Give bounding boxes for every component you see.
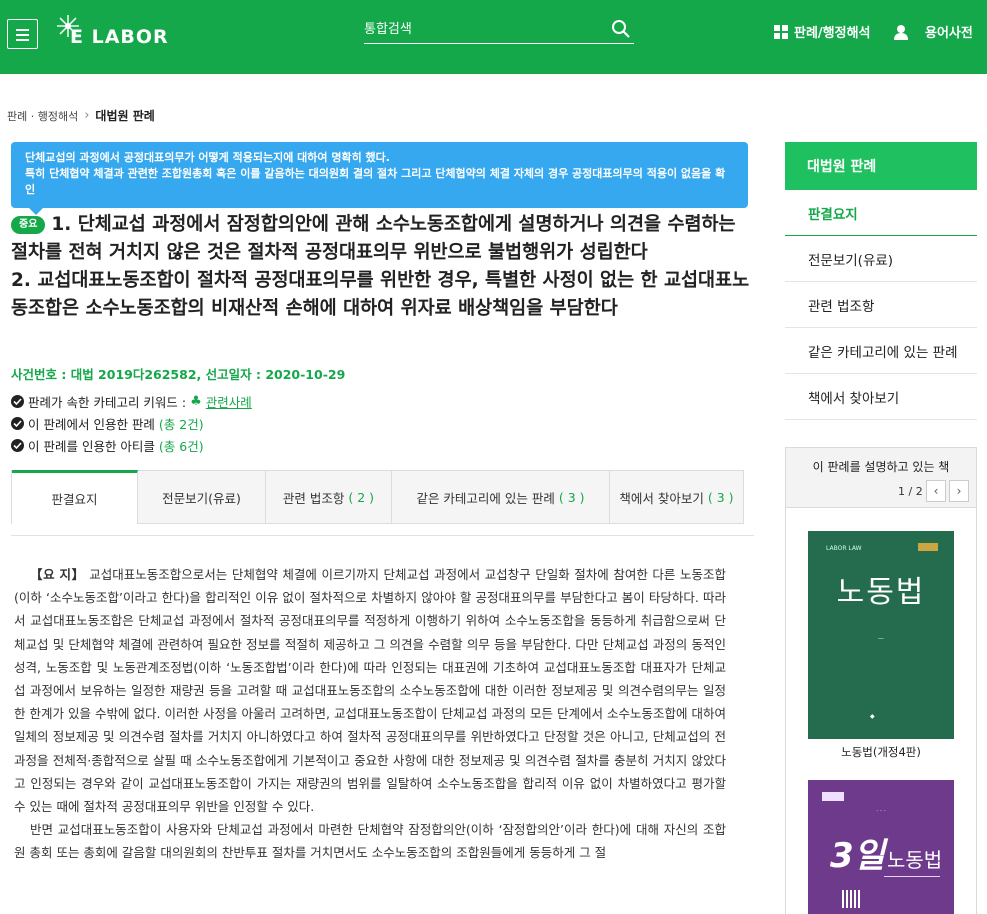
breadcrumb-parent[interactable]: 판례 · 행정해석 [7,108,78,124]
check-circle-icon [11,439,24,452]
tab-find-in-books[interactable]: 책에서 찾아보기( 3 ) [610,471,743,523]
grid-icon [774,24,788,39]
keyword-label: 판례가 속한 카테고리 키워드 : [28,395,187,410]
important-badge: 중요 [11,216,46,234]
check-circle-icon [11,395,24,408]
book-cover-labor-law[interactable]: LABOR LAW 노동법 — ◆ [808,531,954,739]
chevron-right-icon: › [84,108,90,123]
meta-keyword-row: 판례가 속한 카테고리 키워드 : ♣ 관련사례 [11,392,252,411]
ruling-summary-text: 【요 지】 교섭대표노동조합으로서는 단체협약 체결에 이르기까지 단체교섭 과… [14,563,726,865]
divider [11,535,754,536]
sidebar-item-summary[interactable]: 판결요지 [785,190,977,236]
summary-paragraph-1: 【요 지】 교섭대표노동조합으로서는 단체협약 체결에 이르기까지 단체교섭 과… [14,563,726,818]
content-tabs: 판결요지 전문보기(유료) 관련 법조항( 2 ) 같은 카테고리에 있는 판례… [11,470,744,524]
logo-text[interactable]: E LABOR [70,26,169,48]
tab-same-category[interactable]: 같은 카테고리에 있는 판례( 3 ) [392,471,610,523]
tab-find-in-books-count: ( 3 ) [707,489,734,505]
global-search [364,16,634,44]
citing-count: (총 6건) [158,439,204,454]
meta-cited-row[interactable]: 이 판례에서 인용한 판례 (총 2건) [11,414,204,433]
qr-code-icon [842,890,860,908]
title-point-2: 2. 교섭대표노동조합이 절차적 공정대표의무를 위반한 경우, 특별한 사정이… [11,270,750,319]
tab-related-law-count: ( 2 ) [348,489,375,505]
search-input[interactable] [364,16,599,42]
summary-callout: 단체교섭의 과정에서 공정대표의무가 어떻게 적용되는지에 대하여 명확히 했다… [11,142,748,215]
hamburger-menu-button[interactable] [7,19,38,49]
meta-citing-row[interactable]: 이 판례를 인용한 아티클 (총 6건) [11,436,204,455]
book2-tag [822,792,844,801]
cited-count: (총 2건) [158,417,204,432]
title-point-1: 1. 단체교섭 과정에서 잠정합의안에 관해 소수노동조합에게 설명하거나 의견… [11,214,736,263]
related-books-title: 이 판례를 설명하고 있는 책 [812,460,950,474]
breadcrumb-current: 대법원 판례 [95,109,155,123]
user-icon [894,24,908,40]
related-books-header: 이 판례를 설명하고 있는 책 1 / 2 ‹ › [786,448,976,508]
page-title: 중요 1. 단체교섭 과정에서 잠정합의안에 관해 소수노동조합에게 설명하거나 … [11,211,755,323]
book1-series: LABOR LAW [826,545,862,552]
tab-fulltext-label: 전문보기(유료) [162,490,241,506]
sidebar-header: 대법원 판례 [785,142,977,190]
clover-icon: ♣ [190,394,202,409]
book1-title: 노동법 [836,575,926,610]
publisher-mark: ◆ [870,713,875,720]
book2-title: 3일 노동법 [830,828,942,877]
sidebar-item-books[interactable]: 책에서 찾아보기 [785,374,977,420]
summary-paragraph-2: 반면 교섭대표노동조합이 사용자와 단체교섭 과정에서 마련한 단체협약 잠정합… [14,822,726,861]
sidebar-item-same-category[interactable]: 같은 카테고리에 있는 판례 [785,328,977,374]
book1-author: — [878,635,884,642]
search-icon[interactable] [611,19,631,39]
tab-related-law-label: 관련 법조항 [282,490,345,506]
book2-title-big: 3일 [830,836,885,876]
tab-summary[interactable]: 판결요지 [12,470,138,524]
tab-find-in-books-label: 책에서 찾아보기 [619,490,704,506]
nav-precedents-label: 판례/행정해석 [794,26,871,41]
book2-divider [884,876,940,877]
citing-label: 이 판례를 인용한 아티클 [28,439,155,454]
book-pager-indicator: 1 / 2 [898,485,923,498]
chevron-left-icon[interactable]: ‹ [926,480,946,502]
breadcrumb: 판례 · 행정해석 › 대법원 판례 [7,107,155,124]
summary-paragraph-1-text: 교섭대표노동조합으로서는 단체협약 체결에 이르기까지 단체교섭 과정에서 교섭… [14,567,726,815]
edition-tag [918,543,938,551]
check-circle-icon [11,417,24,430]
nav-glossary-label: 용어사전 [925,26,973,41]
case-info: 사건번호 : 대법 2019다262582, 선고일자 : 2020-10-29 [11,367,346,382]
top-header: E LABOR 판례/행정해석 용어사전 [0,0,987,74]
book1-caption[interactable]: 노동법(개정4판) [785,744,977,760]
tab-same-category-count: ( 3 ) [558,489,585,505]
nav-precedents-link[interactable]: 판례/행정해석 [774,22,871,41]
book2-subtitle: · · · [876,808,886,815]
tab-fulltext[interactable]: 전문보기(유료) [138,471,266,523]
sidebar-item-fulltext[interactable]: 전문보기(유료) [785,236,977,282]
sidebar-item-related-law[interactable]: 관련 법조항 [785,282,977,328]
keyword-link[interactable]: 관련사례 [206,392,252,411]
book-cover-3day-labor-law[interactable]: · · · 3일 노동법 [808,780,954,914]
tab-summary-label: 판결요지 [51,492,98,507]
chevron-right-icon[interactable]: › [949,480,969,502]
summary-line-2: 특히 단체협약 체결과 관련한 조합원총회 혹은 이를 갈음하는 대의원회 결의… [25,167,726,196]
tab-same-category-label: 같은 카테고리에 있는 판례 [416,490,555,506]
tab-related-law[interactable]: 관련 법조항( 2 ) [266,471,392,523]
summary-line-1: 단체교섭의 과정에서 공정대표의무가 어떻게 적용되는지에 대하여 명확히 했다… [25,151,390,164]
book2-title-small: 노동법 [886,848,943,872]
nav-glossary-link[interactable]: 용어사전 [893,22,973,41]
summary-heading: 【요 지】 [30,567,85,582]
cited-label: 이 판례에서 인용한 판례 [28,417,155,432]
